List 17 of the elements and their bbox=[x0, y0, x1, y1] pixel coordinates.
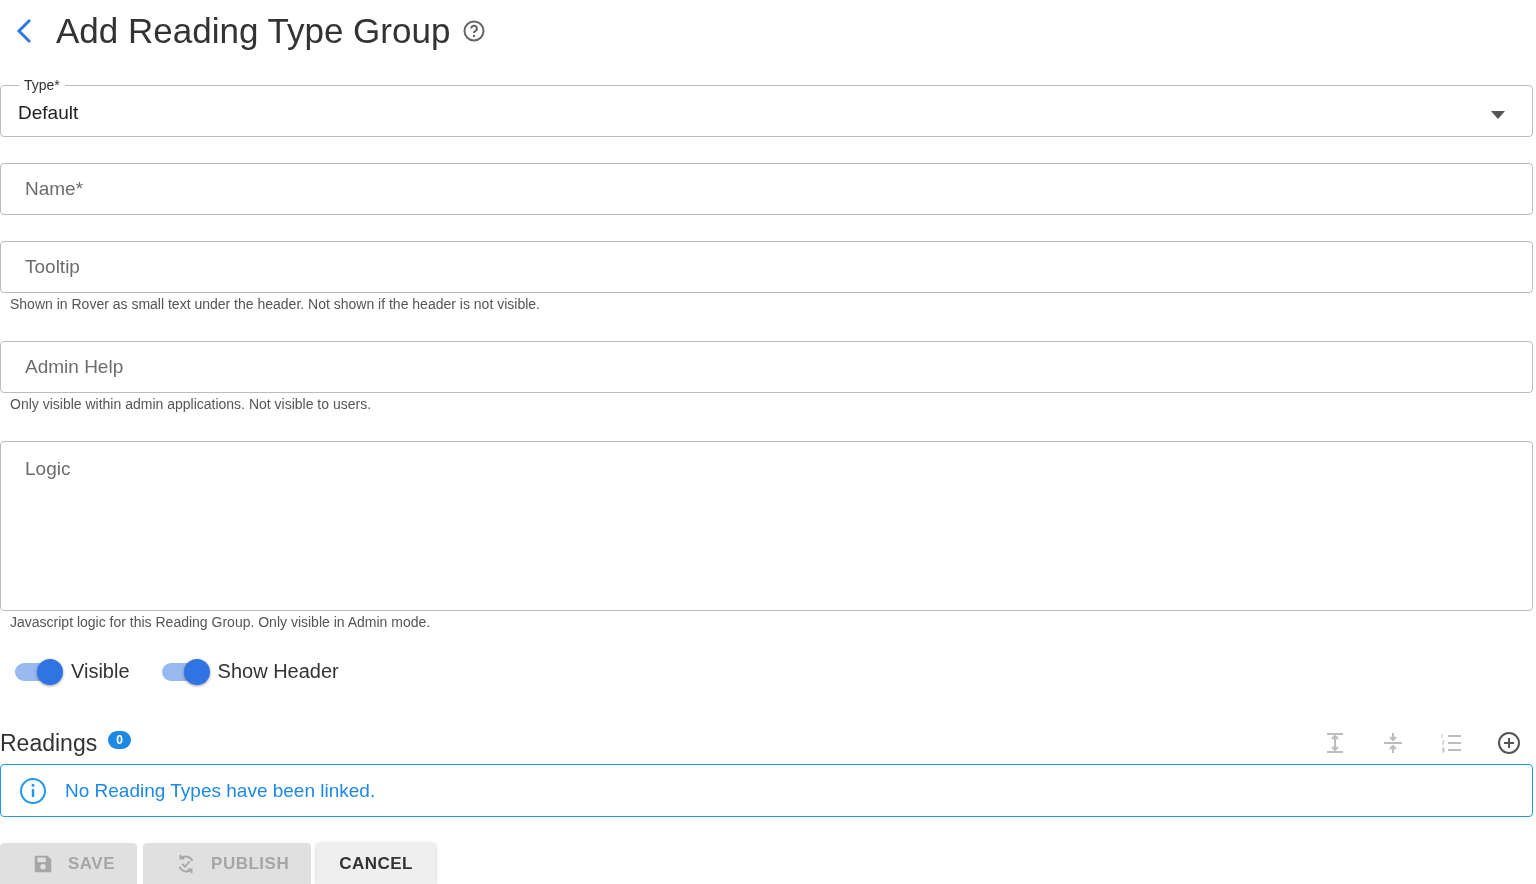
helper-text: Javascript logic for this Reading Group. Only visible in Admin mode. bbox=[10, 614, 431, 630]
text-input-field[interactable]: Tooltip bbox=[0, 241, 1533, 293]
text-input-field[interactable]: Name* bbox=[0, 163, 1533, 215]
info-message: No Reading Types have been linked. bbox=[65, 779, 376, 802]
logic-textarea[interactable]: Logic bbox=[0, 441, 1533, 611]
helper-text: Only visible within admin applications. Not visible to users. bbox=[10, 396, 372, 412]
cancel-button[interactable]: CANCEL bbox=[317, 843, 435, 884]
text-input-field[interactable]: Admin Help bbox=[0, 341, 1533, 393]
type-value: Default bbox=[18, 101, 80, 125]
count-badge: 0 bbox=[108, 731, 131, 749]
type-select[interactable]: Type* Default bbox=[0, 77, 1533, 137]
page-title: Add Reading Type Group bbox=[56, 11, 451, 51]
helper-text: Shown in Rover as small text under the header. Not shown if the header is not visible. bbox=[10, 296, 540, 312]
section-title: Readings bbox=[0, 729, 98, 757]
toggle-label: Show Header bbox=[217, 660, 339, 683]
type-label: Type* bbox=[23, 77, 61, 93]
toggle-label: Visible bbox=[71, 660, 130, 683]
